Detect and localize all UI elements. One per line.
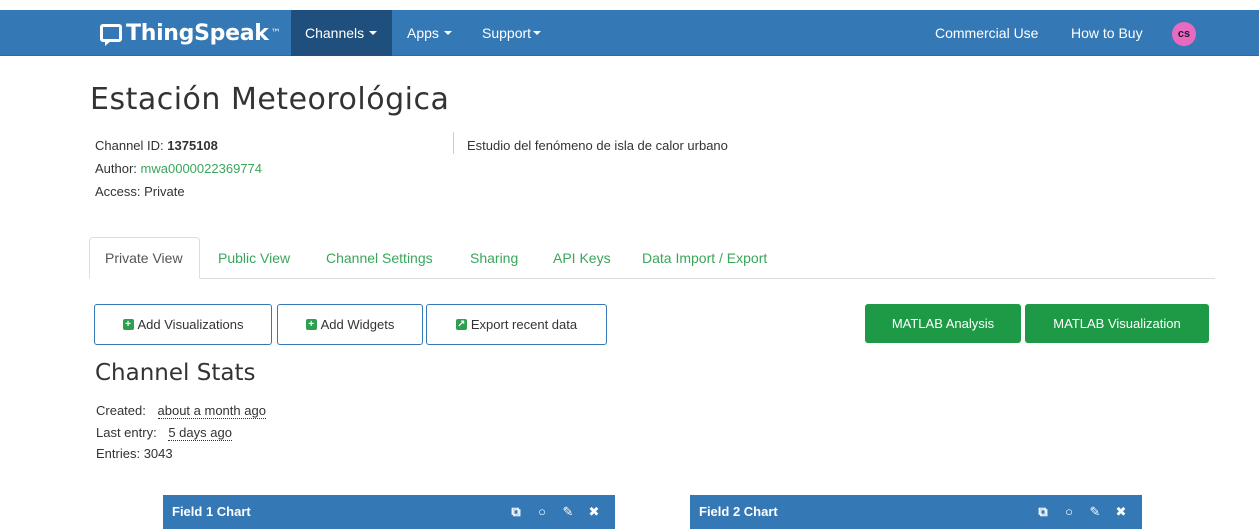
tab-private-view[interactable]: Private View <box>89 237 200 279</box>
add-widgets-label: Add Widgets <box>320 317 395 332</box>
field-2-chart-title: Field 2 Chart <box>699 504 778 519</box>
add-visualizations-label: Add Visualizations <box>137 317 244 332</box>
tab-channel-settings[interactable]: Channel Settings <box>311 237 448 279</box>
chevron-down-icon <box>533 31 542 35</box>
field-1-chart-header: Field 1 Chart ⧉ ○ ✎ ✖ <box>163 495 615 529</box>
chevron-down-icon <box>443 31 452 35</box>
last-entry-stat: Last entry: 5 days ago <box>96 425 232 441</box>
created-value: about a month ago <box>157 403 266 419</box>
pencil-icon[interactable]: ✎ <box>1088 504 1102 520</box>
nav-support-menu[interactable]: Support <box>468 10 555 56</box>
export-recent-data-button[interactable]: ↗ Export recent data <box>426 304 607 345</box>
trademark-symbol: ™ <box>270 27 281 39</box>
nav-commercial-use-label: Commercial Use <box>935 25 1039 41</box>
nav-apps-label: Apps <box>407 25 439 41</box>
brand-name: ThingSpeak <box>126 20 269 46</box>
field-2-chart-header: Field 2 Chart ⧉ ○ ✎ ✖ <box>690 495 1142 529</box>
page-title: Estación Meteorológica <box>90 82 450 117</box>
access-row: Access: Private <box>95 184 185 199</box>
channel-description: Estudio del fenómeno de isla de calor ur… <box>467 138 728 153</box>
top-navbar: ThingSpeak ™ Channels Apps Support Commer… <box>0 10 1259 56</box>
close-icon[interactable]: ✖ <box>1114 504 1128 520</box>
chart-toolbar: ⧉ ○ ✎ ✖ <box>509 504 601 520</box>
export-icon: ↗ <box>455 319 467 330</box>
author-label: Author: <box>95 161 137 176</box>
channel-stats-heading: Channel Stats <box>95 360 256 386</box>
access-label: Access: <box>95 184 141 199</box>
plus-icon: + <box>122 319 134 330</box>
comment-icon[interactable]: ○ <box>535 504 549 520</box>
close-icon[interactable]: ✖ <box>587 504 601 520</box>
nav-channels-label: Channels <box>305 25 365 41</box>
chart-toolbar: ⧉ ○ ✎ ✖ <box>1036 504 1128 520</box>
nav-how-to-buy-label: How to Buy <box>1071 25 1143 41</box>
access-value: Private <box>144 184 185 199</box>
last-entry-value: 5 days ago <box>168 425 232 441</box>
channel-id-row: Channel ID: 1375108 <box>95 138 218 153</box>
nav-apps-menu[interactable]: Apps <box>393 10 466 56</box>
chevron-down-icon <box>369 31 378 35</box>
entries-stat: Entries: 3043 <box>96 446 173 461</box>
export-recent-data-label: Export recent data <box>470 317 578 332</box>
tab-public-view[interactable]: Public View <box>203 237 305 279</box>
chat-bubble-icon <box>100 24 122 46</box>
channel-id-value: 1375108 <box>167 138 218 153</box>
external-link-icon[interactable]: ⧉ <box>509 504 523 520</box>
tab-api-keys[interactable]: API Keys <box>538 237 626 279</box>
author-row: Author: mwa0000022369774 <box>95 161 262 176</box>
user-avatar[interactable]: cs <box>1172 22 1196 46</box>
thingspeak-logo[interactable]: ThingSpeak ™ <box>100 18 281 48</box>
entries-value: 3043 <box>143 446 173 461</box>
created-label: Created: <box>96 403 146 418</box>
pencil-icon[interactable]: ✎ <box>561 504 575 520</box>
vertical-divider <box>453 132 454 154</box>
nav-channels-menu[interactable]: Channels <box>291 10 392 56</box>
external-link-icon[interactable]: ⧉ <box>1036 504 1050 520</box>
add-widgets-button[interactable]: + Add Widgets <box>277 304 423 345</box>
nav-commercial-use-link[interactable]: Commercial Use <box>921 10 1052 56</box>
author-link[interactable]: mwa0000022369774 <box>141 161 262 176</box>
created-stat: Created: about a month ago <box>96 403 266 419</box>
field-1-chart-title: Field 1 Chart <box>172 504 251 519</box>
tab-sharing[interactable]: Sharing <box>455 237 533 279</box>
channel-id-label: Channel ID: <box>95 138 164 153</box>
add-visualizations-button[interactable]: + Add Visualizations <box>94 304 272 345</box>
matlab-analysis-button[interactable]: MATLAB Analysis <box>865 304 1021 343</box>
comment-icon[interactable]: ○ <box>1062 504 1076 520</box>
entries-label: Entries: <box>96 446 141 461</box>
nav-support-label: Support <box>482 25 532 41</box>
last-entry-label: Last entry: <box>96 425 157 440</box>
nav-how-to-buy-link[interactable]: How to Buy <box>1057 10 1157 56</box>
tab-data-import-export[interactable]: Data Import / Export <box>627 237 782 279</box>
plus-icon: + <box>305 319 317 330</box>
matlab-visualization-button[interactable]: MATLAB Visualization <box>1025 304 1209 343</box>
